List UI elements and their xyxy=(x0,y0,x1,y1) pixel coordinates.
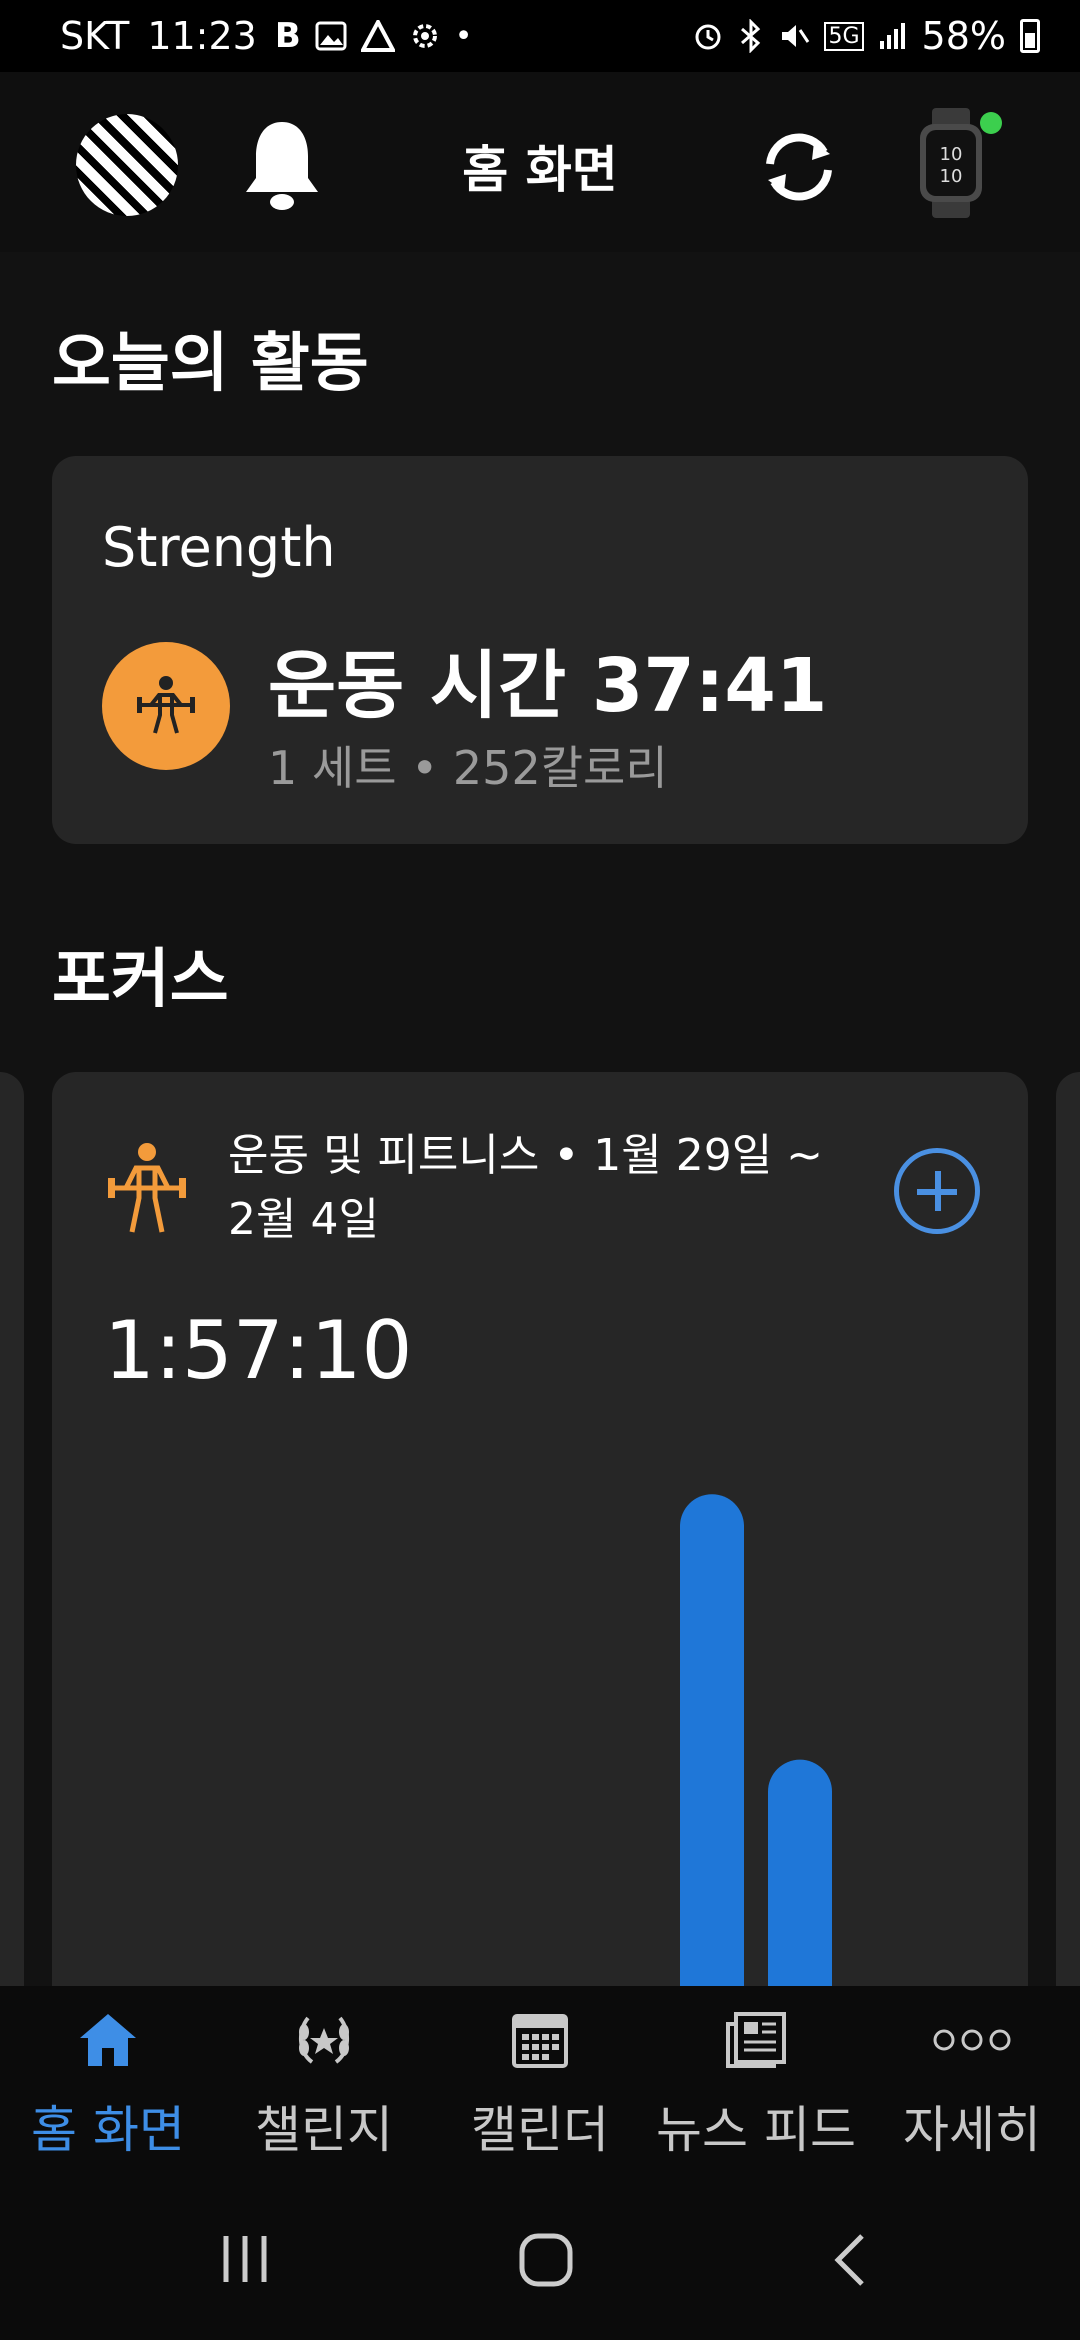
newsfeed-icon xyxy=(648,2008,864,2072)
nav-item-challenges[interactable]: 챌린지 xyxy=(216,2008,432,2162)
next-card-peek[interactable] xyxy=(1056,1072,1080,2072)
activity-card[interactable]: Strength 운동 시간 37:41 1 세트 • 252칼로리 xyxy=(52,456,1028,844)
status-left: SKT 11:23 B • xyxy=(60,14,472,58)
dot-icon: • xyxy=(454,18,473,54)
alarm-icon xyxy=(695,24,721,50)
sync-icon[interactable] xyxy=(756,124,842,210)
home-button-icon[interactable] xyxy=(518,2232,574,2288)
strength-icon xyxy=(102,642,230,770)
nav-item-home[interactable]: 홈 화면 xyxy=(0,2008,216,2162)
nav-label-home: 홈 화면 xyxy=(31,2101,185,2159)
watch-connected-indicator xyxy=(980,112,1002,134)
battery-percent: 58% xyxy=(921,14,1006,58)
activity-duration: 운동 시간 37:41 xyxy=(268,643,828,729)
clock: 11:23 xyxy=(147,14,257,58)
focus-total-time: 1:57:10 xyxy=(104,1304,413,1397)
nav-item-calendar[interactable]: 캘린더 xyxy=(432,2008,648,2162)
carrier: SKT xyxy=(60,14,130,58)
bluetooth-icon xyxy=(741,19,761,53)
laurel-icon xyxy=(216,2008,432,2072)
nav-label-newsfeed: 뉴스 피드 xyxy=(656,2101,856,2159)
mute-icon xyxy=(782,25,810,47)
nav-item-newsfeed[interactable]: 뉴스 피드 xyxy=(648,2008,864,2162)
nav-label-challenges: 챌린지 xyxy=(255,2101,393,2159)
home-icon xyxy=(0,2008,216,2072)
focus-card-title: 운동 및 피트니스 • 1월 29일 ~ 2월 4일 xyxy=(228,1130,824,1245)
battery-icon xyxy=(1020,19,1040,53)
nav-label-calendar: 캘린더 xyxy=(471,2101,609,2159)
signal-icon xyxy=(879,23,905,49)
focus-section-title: 포커스 xyxy=(52,943,229,1017)
status-bar: SKT 11:23 B • 5G 58% xyxy=(0,0,1080,72)
svg-text:10: 10 xyxy=(940,166,963,187)
notification-icons: B • xyxy=(275,16,473,56)
nav-label-more: 자세히 xyxy=(903,2101,1041,2159)
status-right: 5G 58% xyxy=(692,14,1040,58)
gallery-icon xyxy=(315,21,347,51)
nav-item-more[interactable]: 자세히 xyxy=(864,2008,1080,2162)
network-type: 5G xyxy=(824,21,864,51)
prev-card-peek[interactable] xyxy=(0,1072,24,2072)
arc-app-icon xyxy=(360,20,395,52)
activity-type: Strength xyxy=(102,516,336,579)
weekly-bar-chart xyxy=(680,1494,832,2072)
add-button[interactable] xyxy=(894,1148,980,1234)
settings-gear-icon xyxy=(412,24,437,48)
bottom-nav: 홈 화면 챌린지 캘린더 뉴스 피드 자세히 xyxy=(0,1986,1080,2186)
today-section-title: 오늘의 활동 xyxy=(52,327,369,401)
svg-text:10: 10 xyxy=(940,144,963,165)
back-icon[interactable] xyxy=(830,2232,870,2288)
calendar-icon xyxy=(432,2008,648,2072)
system-nav-bar xyxy=(0,2186,1080,2340)
watch-icon[interactable]: 10 10 xyxy=(916,108,986,218)
recent-apps-icon[interactable] xyxy=(218,2232,272,2286)
more-icon xyxy=(864,2008,1080,2072)
weightlifting-icon xyxy=(108,1143,186,1233)
app-bar: 홈 화면 10 10 xyxy=(0,72,1080,252)
b-app-icon: B xyxy=(274,16,301,56)
focus-card[interactable]: 운동 및 피트니스 • 1월 29일 ~ 2월 4일 1:57:10 xyxy=(52,1072,1028,2072)
activity-summary: 1 세트 • 252칼로리 xyxy=(268,741,668,795)
